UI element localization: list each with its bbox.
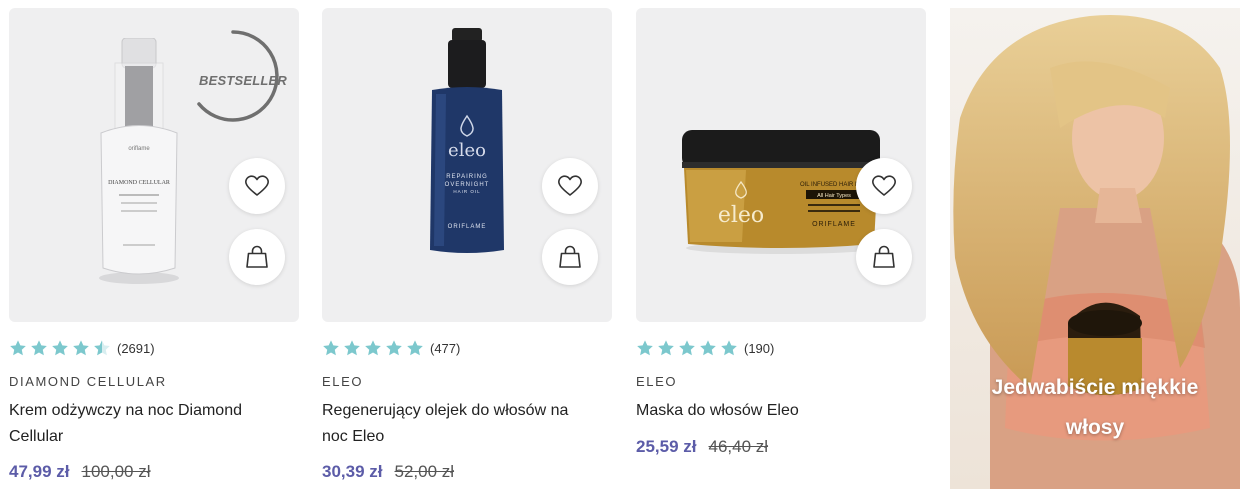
product-image[interactable]: eleo REPAIRING OVERNIGHT HAIR OIL ORIFLA… <box>422 28 512 258</box>
product-card[interactable]: oriflame DIAMOND CELLULAR BESTSELLER (26… <box>9 8 299 481</box>
star-icon <box>323 340 339 356</box>
star-icon <box>73 340 89 356</box>
product-rating: (2691) <box>9 338 155 358</box>
product-name[interactable]: Regenerujący olejek do włosów na noc Ele… <box>322 398 592 450</box>
product-price: 47,99 zł 100,00 zł <box>9 462 151 482</box>
promo-headline: Jedwabiście miękkie włosy <box>950 368 1240 448</box>
price-old: 100,00 zł <box>81 462 151 481</box>
pack-line: OVERNIGHT <box>445 182 490 188</box>
price-old: 46,40 zł <box>708 437 769 456</box>
product-card[interactable]: eleo OIL INFUSED HAIR MASK All Hair Type… <box>636 8 926 456</box>
product-image[interactable]: oriflame DIAMOND CELLULAR <box>89 38 189 288</box>
rating-stars <box>322 339 424 357</box>
pack-brand: oriflame <box>128 146 150 152</box>
product-rating: (190) <box>636 338 774 358</box>
product-name[interactable]: Krem odżywczy na noc Diamond Cellular <box>9 398 279 450</box>
pack-line: All Hair Types <box>817 193 851 199</box>
product-image-area[interactable]: eleo REPAIRING OVERNIGHT HAIR OIL ORIFLA… <box>322 8 612 322</box>
product-price: 30,39 zł 52,00 zł <box>322 462 454 482</box>
star-icon <box>52 340 68 356</box>
promo-line: włosy <box>1065 416 1125 439</box>
add-to-wishlist-button[interactable] <box>229 158 285 214</box>
star-icon <box>365 340 381 356</box>
bestseller-badge: BESTSELLER <box>199 73 287 88</box>
star-icon <box>700 340 716 356</box>
product-image[interactable]: eleo OIL INFUSED HAIR MASK All Hair Type… <box>676 126 886 256</box>
heart-icon <box>872 175 896 196</box>
star-icon <box>637 340 653 356</box>
add-to-bag-button[interactable] <box>856 229 912 285</box>
star-icon <box>679 340 695 356</box>
price-current: 47,99 zł <box>9 462 70 481</box>
rating-count: (190) <box>744 340 775 356</box>
pack-maker: ORIFLAME <box>812 221 856 228</box>
star-icon <box>386 340 402 356</box>
promo-banner[interactable]: Jedwabiście miękkie włosy <box>950 8 1240 489</box>
product-card[interactable]: eleo REPAIRING OVERNIGHT HAIR OIL ORIFLA… <box>322 8 612 481</box>
product-brand: DIAMOND CELLULAR <box>9 374 167 389</box>
pack-line: HAIR OIL <box>453 189 480 194</box>
star-half-icon <box>94 340 110 356</box>
star-icon <box>658 340 674 356</box>
price-current: 30,39 zł <box>322 462 383 481</box>
shopping-bag-icon <box>559 245 581 268</box>
rating-count: (477) <box>430 340 461 356</box>
heart-icon <box>245 175 269 196</box>
shopping-bag-icon <box>246 245 268 268</box>
pack-line: REPAIRING <box>446 174 488 180</box>
price-current: 25,59 zł <box>636 437 697 456</box>
add-to-wishlist-button[interactable] <box>856 158 912 214</box>
add-to-bag-button[interactable] <box>542 229 598 285</box>
pack-brand: eleo <box>448 140 486 161</box>
product-rating: (477) <box>322 338 460 358</box>
rating-stars <box>9 339 111 357</box>
product-name[interactable]: Maska do włosów Eleo <box>636 398 906 424</box>
pack-maker: ORIFLAME <box>448 224 487 230</box>
star-icon <box>407 340 423 356</box>
price-old: 52,00 zł <box>394 462 455 481</box>
add-to-wishlist-button[interactable] <box>542 158 598 214</box>
star-icon <box>721 340 737 356</box>
star-icon <box>10 340 26 356</box>
product-image-area[interactable]: oriflame DIAMOND CELLULAR BESTSELLER <box>9 8 299 322</box>
shopping-bag-icon <box>873 245 895 268</box>
promo-line: Jedwabiście miękkie <box>991 376 1199 399</box>
product-price: 25,59 zł 46,40 zł <box>636 437 768 457</box>
product-image-area[interactable]: eleo OIL INFUSED HAIR MASK All Hair Type… <box>636 8 926 322</box>
star-icon <box>31 340 47 356</box>
rating-count: (2691) <box>117 340 155 356</box>
add-to-bag-button[interactable] <box>229 229 285 285</box>
pack-brand: eleo <box>718 203 764 228</box>
product-brand: ELEO <box>636 374 678 389</box>
heart-icon <box>558 175 582 196</box>
pack-line: DIAMOND CELLULAR <box>108 180 170 186</box>
product-brand: ELEO <box>322 374 364 389</box>
star-icon <box>344 340 360 356</box>
rating-stars <box>636 339 738 357</box>
